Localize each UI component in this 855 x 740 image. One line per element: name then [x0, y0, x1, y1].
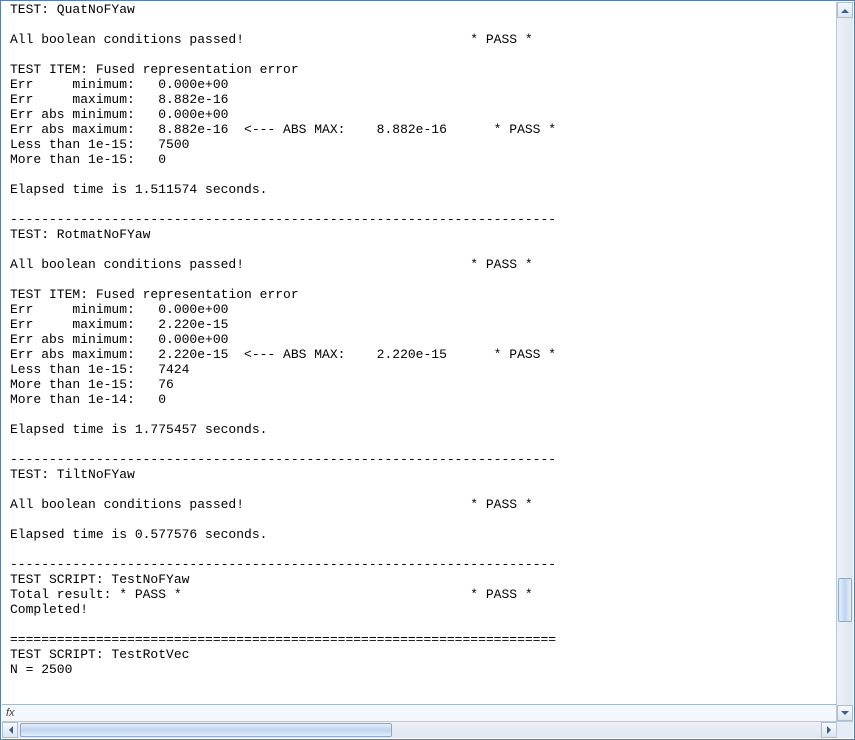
- scroll-down-button[interactable]: [837, 705, 853, 721]
- fx-bar: fx: [2, 704, 836, 721]
- vertical-scroll-track[interactable]: [837, 18, 853, 705]
- console-viewport: TEST: QuatNoFYaw All boolean conditions …: [2, 2, 836, 704]
- vertical-scrollbar[interactable]: [836, 2, 853, 721]
- scroll-up-button[interactable]: [837, 2, 853, 18]
- console-output[interactable]: TEST: QuatNoFYaw All boolean conditions …: [2, 2, 836, 677]
- vertical-scroll-thumb[interactable]: [838, 578, 852, 622]
- command-window: TEST: QuatNoFYaw All boolean conditions …: [0, 0, 855, 740]
- fx-label: fx: [6, 707, 15, 719]
- scrollbar-corner: [836, 722, 853, 738]
- horizontal-scroll-thumb[interactable]: [20, 723, 392, 737]
- scroll-right-button[interactable]: [821, 722, 837, 738]
- horizontal-scrollbar[interactable]: [2, 721, 853, 738]
- scroll-left-button[interactable]: [2, 722, 18, 738]
